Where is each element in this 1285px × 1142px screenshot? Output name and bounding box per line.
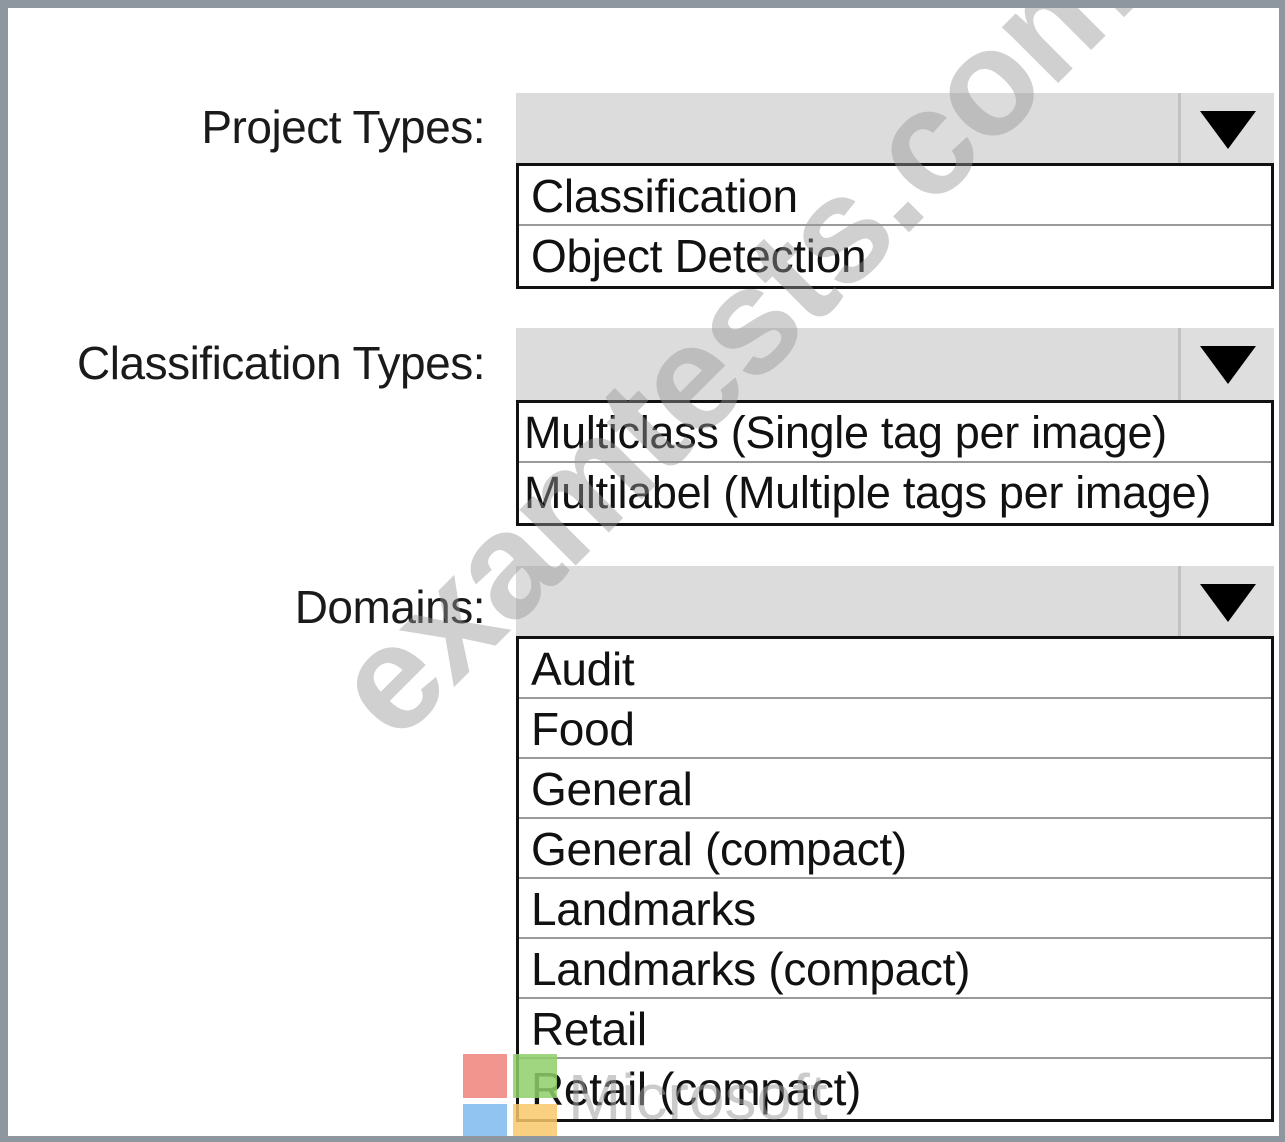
classification-types-dropdown-button[interactable] [1178,328,1274,400]
domains-options: Audit Food General General (compact) Lan… [516,636,1274,1122]
domains-option[interactable]: Retail [519,999,1271,1059]
classification-types-dropdown[interactable] [516,328,1274,400]
domains-option[interactable]: Landmarks [519,879,1271,939]
project-types-label: Project Types: [201,101,485,153]
triangle-down-icon [1199,111,1256,149]
project-types-options: Classification Object Detection [516,163,1274,289]
triangle-down-icon [1199,346,1256,384]
answer-area-frame: Project Types: Classification Object Det… [0,0,1285,1142]
domains-option[interactable]: General (compact) [519,819,1271,879]
domains-option[interactable]: Landmarks (compact) [519,939,1271,999]
domains-option[interactable]: Food [519,699,1271,759]
project-types-dropdown[interactable] [516,93,1274,165]
triangle-down-icon [1199,584,1256,622]
domains-option[interactable]: General [519,759,1271,819]
classification-types-label: Classification Types: [77,337,485,389]
project-types-option[interactable]: Object Detection [519,226,1271,286]
project-types-dropdown-button[interactable] [1178,93,1274,165]
domains-label: Domains: [294,581,486,633]
domains-option[interactable]: Retail (compact) [519,1059,1271,1119]
domains-dropdown-button[interactable] [1178,566,1274,638]
domains-option[interactable]: Audit [519,639,1271,699]
domains-dropdown[interactable] [516,566,1274,638]
classification-types-options: Multiclass (Single tag per image) Multil… [516,400,1274,526]
classification-types-option[interactable]: Multilabel (Multiple tags per image) [519,463,1271,523]
project-types-option[interactable]: Classification [519,166,1271,226]
classification-types-option[interactable]: Multiclass (Single tag per image) [519,403,1271,463]
